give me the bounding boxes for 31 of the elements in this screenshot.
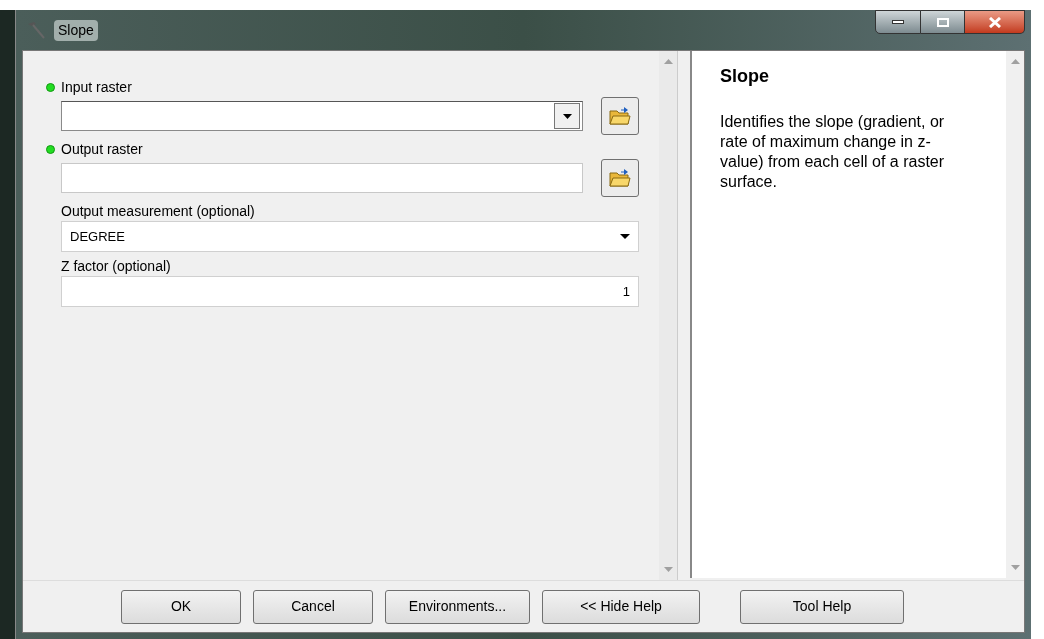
caret-icon [620,234,630,239]
dropdown-button[interactable] [554,103,580,129]
dialog-button[interactable]: Environments... [385,589,530,624]
select-field[interactable]: DEGREE [61,221,639,252]
parameter-label: Output measurement (optional) [61,201,255,221]
close-button[interactable] [965,10,1025,34]
scroll-down-icon[interactable] [1010,565,1020,570]
close-icon [987,16,1002,28]
scroll-down-icon[interactable] [663,567,673,572]
parameter-label: Input raster [61,77,132,97]
maximize-button[interactable] [921,10,965,34]
help-title: Slope [720,65,770,88]
parameter-label: Output raster [61,139,143,159]
folder-icon [609,106,631,126]
window-title: Slope [54,19,98,41]
input-field[interactable]: 1 [61,276,639,307]
dialog-button[interactable]: << Hide Help [542,589,700,624]
scroll-up-icon[interactable] [663,59,673,64]
folder-icon [609,168,631,188]
browse-button[interactable] [601,159,639,197]
dialog-button[interactable]: Tool Help [740,589,904,624]
browse-button[interactable] [601,97,639,135]
dialog-button[interactable]: OK [121,589,241,624]
input-field[interactable] [61,101,583,131]
dialog-button[interactable]: Cancel [253,589,373,624]
minimize-button[interactable] [875,10,921,34]
hammer-icon [26,21,46,39]
help-description: Identifies the slope (gradient, or rate of maximum change in z-value) from each cell of a raster surface. [720,112,946,192]
caret-icon [562,113,572,119]
parameter-label: Z factor (optional) [61,256,171,276]
scroll-up-icon[interactable] [1010,59,1020,64]
